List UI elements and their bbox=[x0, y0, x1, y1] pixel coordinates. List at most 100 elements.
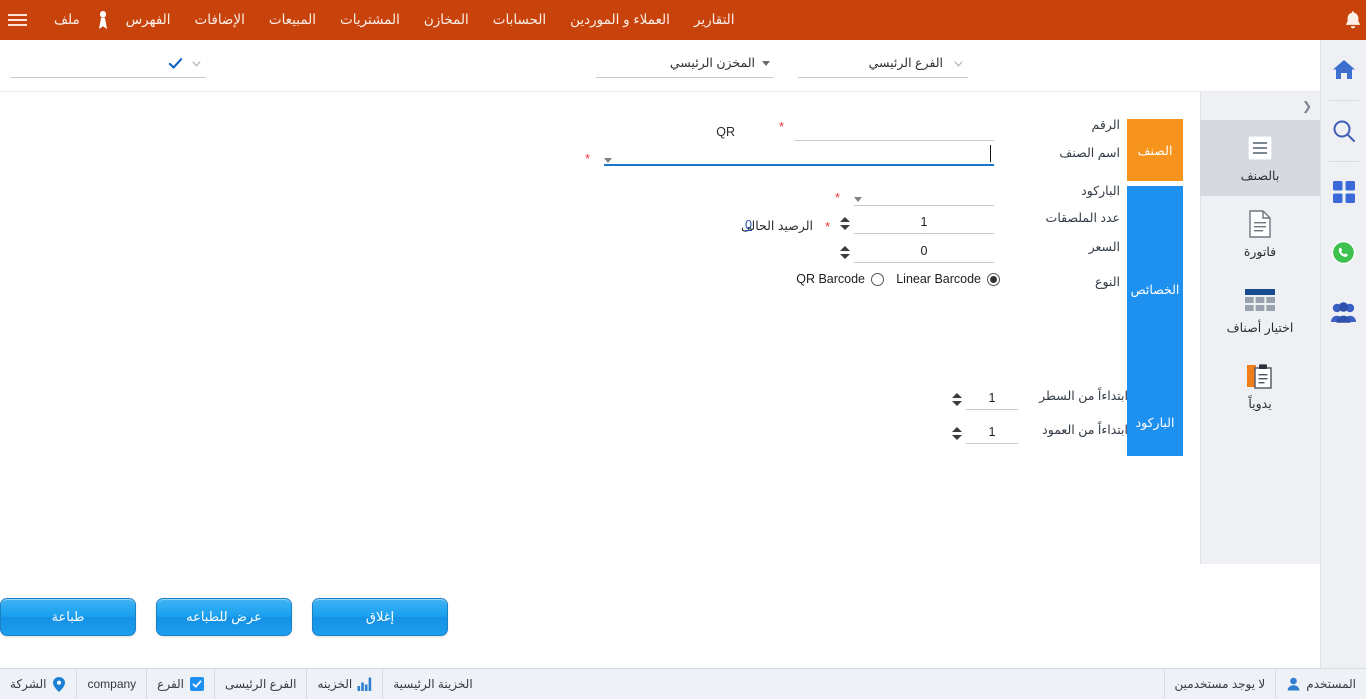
mode-invoice[interactable]: فاتورة bbox=[1200, 196, 1320, 272]
print-preview-button[interactable]: عرض للطباعه bbox=[156, 598, 292, 636]
barcode-input[interactable] bbox=[854, 184, 994, 206]
start-row-stepper[interactable] bbox=[951, 389, 962, 409]
number-input-value bbox=[794, 119, 994, 140]
nav-item-customers-suppliers[interactable]: العملاء و الموردين bbox=[558, 0, 682, 40]
section-tab-item[interactable]: الصنف bbox=[1127, 119, 1183, 181]
document-icon bbox=[1245, 209, 1275, 239]
filter-bar: الفرع الرئيسي المخزن الرئيسي bbox=[0, 40, 1366, 92]
status-user-value: لا يوجد مستخدمين bbox=[1174, 677, 1266, 691]
radio-linear-barcode-label: Linear Barcode bbox=[896, 272, 981, 286]
price-input-value: 0 bbox=[920, 244, 928, 258]
caret-down-icon bbox=[762, 61, 770, 66]
store-select-value: المخزن الرئيسي bbox=[669, 56, 755, 70]
branch-select[interactable]: الفرع الرئيسي bbox=[798, 54, 968, 78]
home-icon[interactable] bbox=[1321, 40, 1366, 100]
chevron-down-icon bbox=[954, 61, 963, 67]
store-select[interactable]: المخزن الرئيسي bbox=[596, 54, 773, 78]
nav-item-purchases[interactable]: المشتريات bbox=[328, 0, 412, 40]
labels-count-stepper[interactable] bbox=[839, 213, 850, 233]
item-name-dropdown-caret-icon[interactable] bbox=[604, 158, 612, 163]
grid-table-icon bbox=[1245, 285, 1275, 315]
status-branch-value-cell: الفرع الرئيسى bbox=[214, 669, 306, 699]
item-name-input-value bbox=[604, 144, 994, 164]
nav-item-index[interactable]: الفهرس bbox=[114, 0, 183, 40]
status-treasury-value-cell: الخزينة الرئيسية bbox=[382, 669, 482, 699]
status-company-label: الشركة bbox=[10, 677, 47, 691]
nav-item-accounts[interactable]: الحسابات bbox=[481, 0, 558, 40]
status-treasury[interactable]: الخزينه bbox=[306, 669, 382, 699]
price-stepper[interactable] bbox=[839, 242, 850, 262]
nav-item-stores[interactable]: المخازن bbox=[412, 0, 481, 40]
current-balance-value[interactable]: 0 bbox=[745, 218, 752, 232]
price-input[interactable]: 0 bbox=[854, 241, 994, 263]
label-start-row: ابتداءاً من السطر bbox=[1039, 389, 1128, 403]
label-item-name: اسم الصنف bbox=[1059, 146, 1120, 160]
status-user[interactable]: المستخدم bbox=[1275, 669, 1366, 699]
mode-invoice-label: فاتورة bbox=[1243, 245, 1277, 259]
number-input[interactable] bbox=[794, 119, 994, 141]
text-cursor bbox=[990, 145, 991, 162]
nav-item-sales[interactable]: المبيعات bbox=[257, 0, 328, 40]
nav-item-addons[interactable]: الإضافات bbox=[183, 0, 257, 40]
radio-qr-barcode-dot bbox=[871, 272, 884, 286]
user-icon bbox=[1286, 677, 1301, 692]
status-user-value-cell: لا يوجد مستخدمين bbox=[1163, 669, 1276, 699]
start-col-input[interactable]: 1 bbox=[966, 422, 1018, 444]
qr-label: QR bbox=[716, 125, 735, 139]
number-required-marker: * bbox=[778, 119, 784, 134]
apps-grid-icon[interactable] bbox=[1321, 162, 1366, 222]
print-button[interactable]: طباعة bbox=[0, 598, 136, 636]
status-company-value-cell: company bbox=[76, 669, 146, 699]
mode-select-items-label: اختيار أصناف bbox=[1226, 321, 1294, 335]
user-ribbon-icon[interactable] bbox=[92, 0, 114, 40]
mode-by-item[interactable]: بالصنف bbox=[1200, 120, 1320, 196]
status-bar: الشركة company الفرع الفرع الرئيسى الخزي… bbox=[0, 668, 1366, 699]
hamburger-icon[interactable] bbox=[0, 0, 34, 40]
start-row-input[interactable]: 1 bbox=[966, 388, 1018, 410]
mode-manual[interactable]: يدوياً bbox=[1200, 348, 1320, 424]
whatsapp-icon[interactable] bbox=[1321, 222, 1366, 282]
item-name-required-marker: * bbox=[584, 151, 590, 166]
nav-item-file[interactable]: ملف bbox=[42, 0, 92, 40]
check-icon[interactable] bbox=[168, 56, 183, 71]
mode-select-items[interactable]: اختيار أصناف bbox=[1200, 272, 1320, 348]
search-icon[interactable] bbox=[1321, 101, 1366, 161]
status-spacer bbox=[483, 669, 1164, 699]
radio-linear-barcode[interactable]: Linear Barcode bbox=[896, 272, 1000, 286]
radio-qr-barcode[interactable]: QR Barcode bbox=[796, 272, 884, 286]
labels-count-input-value: 1 bbox=[920, 215, 928, 229]
label-type: النوع bbox=[1095, 275, 1120, 289]
radio-linear-barcode-dot bbox=[987, 272, 1000, 286]
status-branch[interactable]: الفرع bbox=[146, 669, 214, 699]
branch-select-value: الفرع الرئيسي bbox=[868, 56, 943, 70]
start-col-stepper[interactable] bbox=[951, 423, 962, 443]
bell-icon[interactable] bbox=[1340, 7, 1366, 33]
labels-count-input[interactable]: 1 bbox=[854, 212, 994, 234]
top-navigation-bar: ملف الفهرس الإضافات المبيعات المشتريات ا… bbox=[0, 0, 1366, 40]
label-price: السعر bbox=[1088, 240, 1120, 254]
status-company[interactable]: الشركة bbox=[0, 669, 76, 699]
status-branch-value: الفرع الرئيسى bbox=[225, 677, 297, 691]
section-tab-barcode[interactable]: الباركود bbox=[1127, 388, 1183, 456]
barcode-required-marker: * bbox=[834, 190, 840, 205]
check-box-icon bbox=[189, 677, 204, 692]
item-name-input[interactable] bbox=[604, 144, 994, 166]
extra-select[interactable] bbox=[11, 54, 206, 78]
users-icon[interactable] bbox=[1321, 282, 1366, 342]
section-tab-properties[interactable]: الخصائص bbox=[1127, 186, 1183, 392]
extra-select-value bbox=[11, 54, 166, 55]
barcode-dropdown-caret-icon[interactable] bbox=[854, 197, 862, 202]
status-user-label: المستخدم bbox=[1306, 677, 1356, 691]
location-pin-icon bbox=[51, 676, 66, 692]
label-start-col: ابتداءاً من العمود bbox=[1042, 423, 1128, 437]
close-button[interactable]: إغلاق bbox=[312, 598, 448, 636]
status-branch-label: الفرع bbox=[157, 677, 185, 691]
label-barcode: الباركود bbox=[1081, 184, 1120, 198]
nav-item-reports[interactable]: التقارير bbox=[682, 0, 747, 40]
status-company-value: company bbox=[87, 677, 137, 691]
panel-collapse-button[interactable]: ❯ bbox=[1201, 92, 1320, 120]
right-icon-rail bbox=[1320, 40, 1366, 699]
list-lines-icon bbox=[1245, 133, 1275, 163]
print-mode-panel: ❯ بالصنف فاتورة اختيار أصناف يدوياً bbox=[1200, 92, 1320, 564]
barcode-print-form: الصنف الخصائص الباركود الرقم * QR اسم ال… bbox=[0, 92, 1200, 564]
